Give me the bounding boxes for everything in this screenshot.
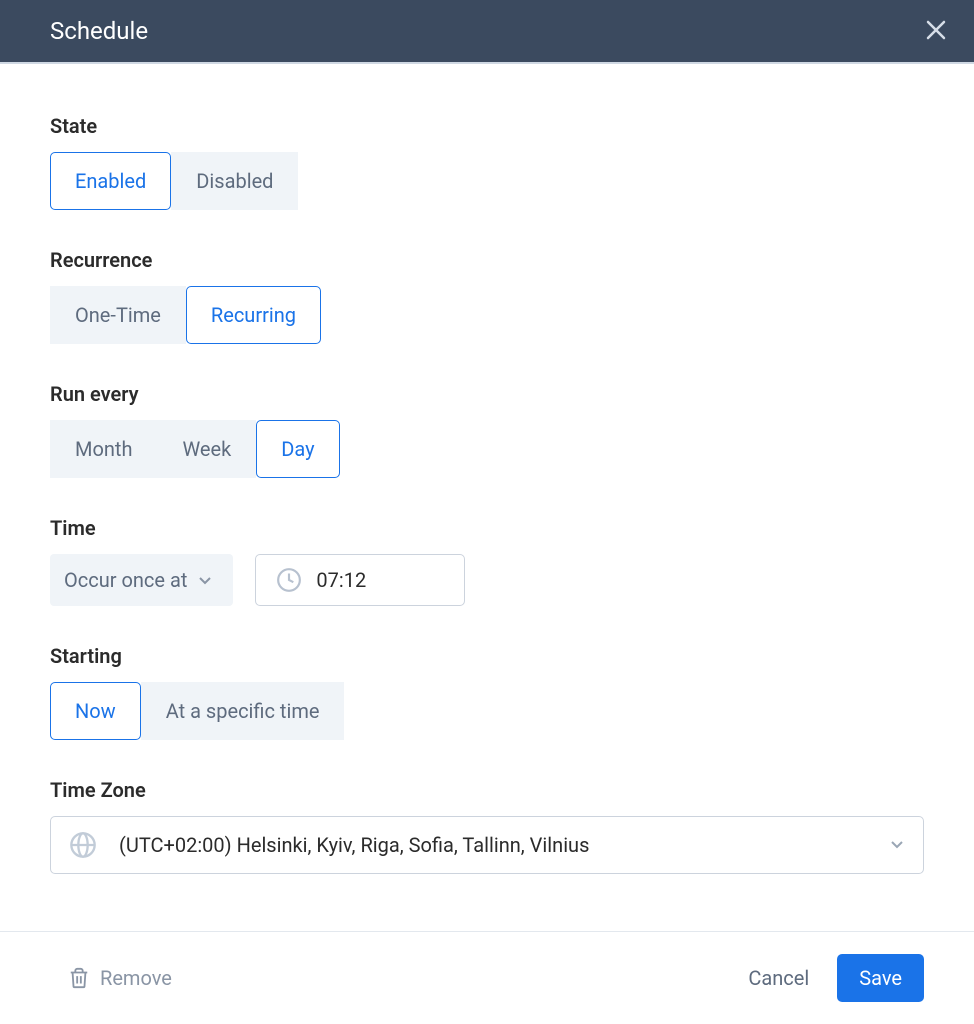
save-button[interactable]: Save xyxy=(837,954,924,1002)
modal-body: State Enabled Disabled Recurrence One-Ti… xyxy=(0,64,974,874)
time-group: Time Occur once at 07:12 xyxy=(50,516,924,606)
time-row: Occur once at 07:12 xyxy=(50,554,924,606)
starting-option-specific[interactable]: At a specific time xyxy=(141,682,345,740)
starting-group: Starting Now At a specific time xyxy=(50,644,924,740)
state-option-disabled[interactable]: Disabled xyxy=(171,152,298,210)
run-every-option-month[interactable]: Month xyxy=(50,420,157,478)
state-group: State Enabled Disabled xyxy=(50,114,924,210)
run-every-option-week[interactable]: Week xyxy=(157,420,256,478)
recurrence-label: Recurrence xyxy=(50,248,924,272)
clock-icon xyxy=(276,567,302,593)
globe-icon xyxy=(69,831,97,859)
trash-icon xyxy=(68,967,90,989)
cancel-button[interactable]: Cancel xyxy=(728,954,829,1002)
run-every-label: Run every xyxy=(50,382,924,406)
modal-header: Schedule xyxy=(0,0,974,64)
recurrence-group: Recurrence One-Time Recurring xyxy=(50,248,924,344)
timezone-value: (UTC+02:00) Helsinki, Kyiv, Riga, Sofia,… xyxy=(119,833,867,857)
time-value: 07:12 xyxy=(316,568,366,592)
remove-label: Remove xyxy=(100,966,172,990)
remove-button[interactable]: Remove xyxy=(68,966,172,990)
close-icon xyxy=(926,14,946,47)
time-label: Time xyxy=(50,516,924,540)
state-option-enabled[interactable]: Enabled xyxy=(50,152,171,210)
starting-option-now[interactable]: Now xyxy=(50,682,141,740)
timezone-group: Time Zone (UTC+02:00) Helsinki, Kyiv, Ri… xyxy=(50,778,924,874)
occur-select[interactable]: Occur once at xyxy=(50,554,233,606)
occur-label: Occur once at xyxy=(64,568,187,592)
close-button[interactable] xyxy=(922,13,950,49)
starting-label: Starting xyxy=(50,644,924,668)
run-every-group: Run every Month Week Day xyxy=(50,382,924,478)
chevron-down-icon xyxy=(889,833,905,857)
modal-footer: Remove Cancel Save xyxy=(0,931,974,1024)
run-every-toggle: Month Week Day xyxy=(50,420,924,478)
state-label: State xyxy=(50,114,924,138)
state-toggle: Enabled Disabled xyxy=(50,152,924,210)
recurrence-option-one-time[interactable]: One-Time xyxy=(50,286,186,344)
recurrence-option-recurring[interactable]: Recurring xyxy=(186,286,321,344)
starting-toggle: Now At a specific time xyxy=(50,682,924,740)
recurrence-toggle: One-Time Recurring xyxy=(50,286,924,344)
run-every-option-day[interactable]: Day xyxy=(256,420,339,478)
time-input[interactable]: 07:12 xyxy=(255,554,465,606)
modal-title: Schedule xyxy=(50,17,148,45)
timezone-label: Time Zone xyxy=(50,778,924,802)
timezone-select[interactable]: (UTC+02:00) Helsinki, Kyiv, Riga, Sofia,… xyxy=(50,816,924,874)
chevron-down-icon xyxy=(197,572,213,588)
